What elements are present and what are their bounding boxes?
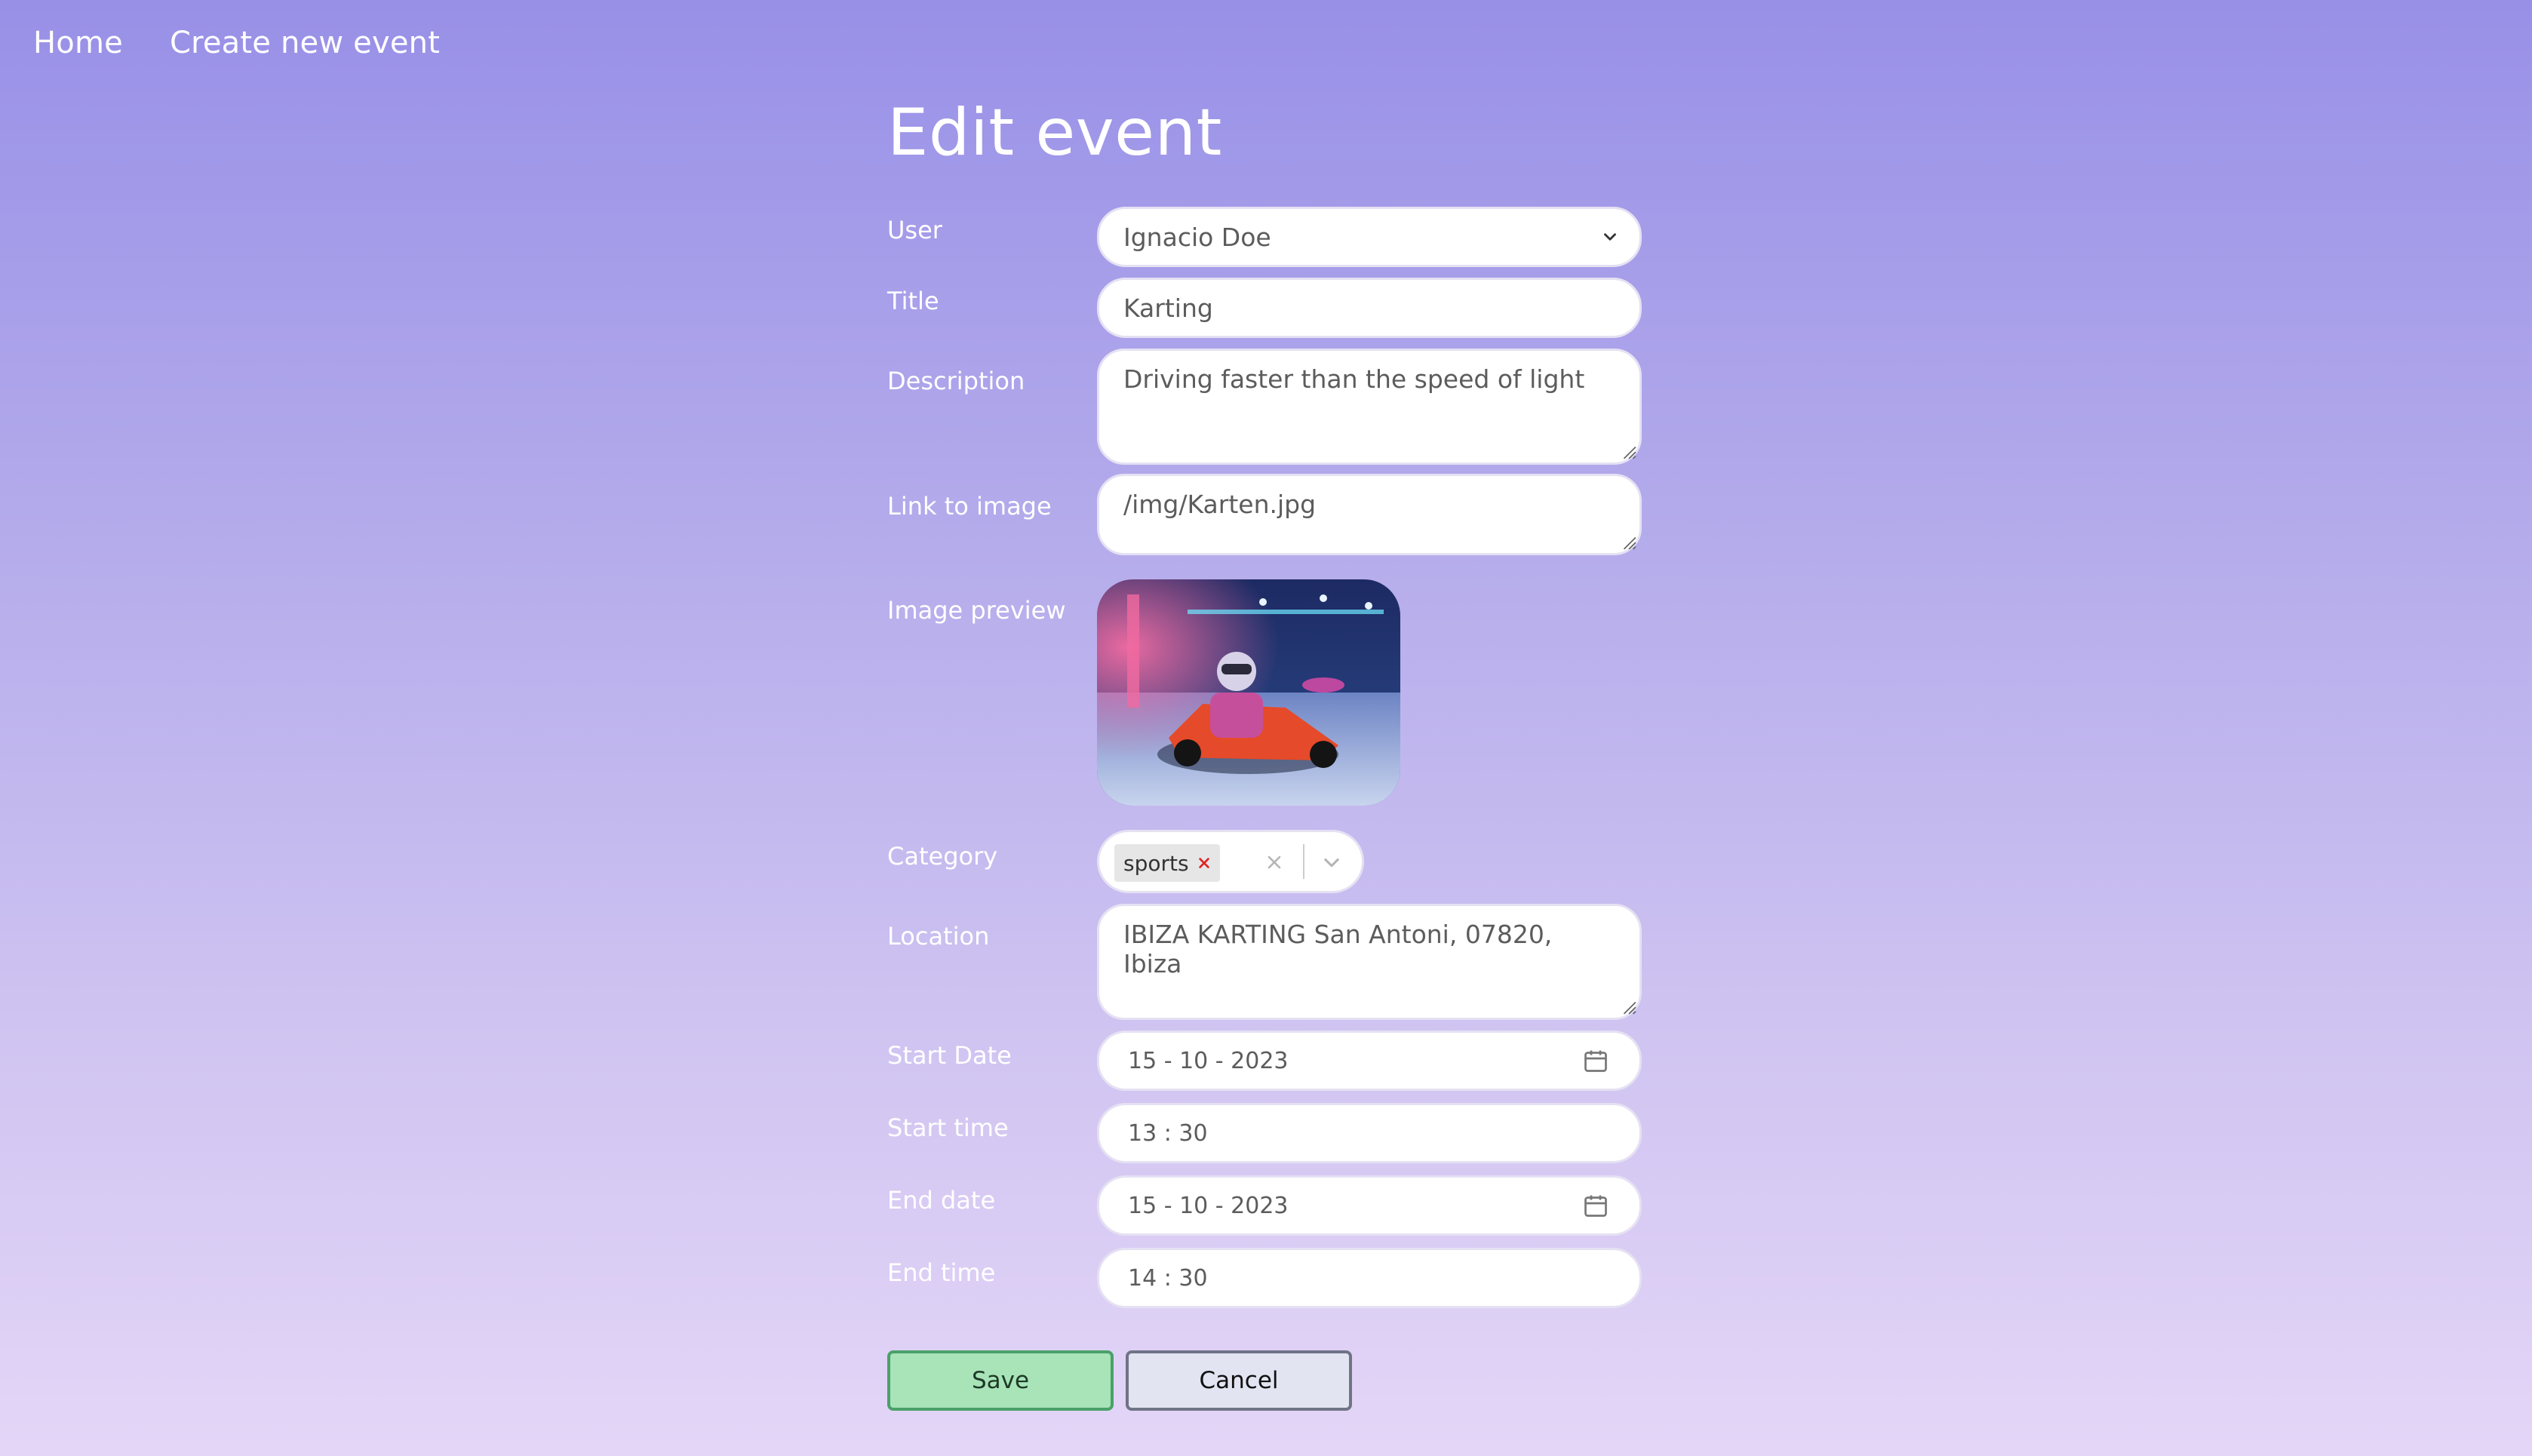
description-textarea[interactable]: Driving faster than the speed of light: [1097, 349, 1642, 465]
chevron-down-icon[interactable]: [1321, 852, 1342, 873]
category-multiselect[interactable]: sports: [1097, 830, 1364, 893]
separator: [1303, 844, 1304, 879]
event-image-preview: [1097, 579, 1400, 806]
end-date-label: End date: [887, 1186, 996, 1215]
category-label: Category: [887, 842, 998, 871]
nav-create-event-link[interactable]: Create new event: [170, 26, 440, 60]
category-chip-label: sports: [1123, 850, 1189, 876]
nav-home-link[interactable]: Home: [33, 26, 123, 60]
start-date-label: Start Date: [887, 1041, 1012, 1070]
chevron-down-icon: [1604, 233, 1616, 241]
clear-icon[interactable]: [1265, 853, 1283, 871]
end-time-value: 14 : 30: [1128, 1264, 1208, 1292]
resize-grip-icon[interactable]: [1620, 533, 1636, 550]
image-preview-label: Image preview: [887, 596, 1066, 625]
cancel-button[interactable]: Cancel: [1126, 1350, 1352, 1411]
close-icon[interactable]: [1197, 856, 1211, 870]
title-input-value: Karting: [1123, 293, 1213, 323]
top-nav: Home Create new event: [33, 26, 440, 60]
start-time-label: Start time: [887, 1114, 1009, 1142]
resize-grip-icon[interactable]: [1620, 443, 1636, 459]
title-input[interactable]: Karting: [1097, 278, 1642, 338]
image-link-value: /img/Karten.jpg: [1123, 490, 1317, 519]
page-title: Edit event: [887, 95, 1222, 170]
user-label: User: [887, 216, 942, 244]
karting-photo: [1097, 579, 1400, 806]
location-label: Location: [887, 922, 990, 951]
end-date-value: 15 - 10 - 2023: [1128, 1192, 1289, 1219]
description-label: Description: [887, 367, 1025, 395]
resize-grip-icon[interactable]: [1620, 998, 1636, 1015]
end-time-input[interactable]: 14 : 30: [1097, 1248, 1642, 1308]
calendar-icon[interactable]: [1582, 1192, 1609, 1219]
start-time-input[interactable]: 13 : 30: [1097, 1103, 1642, 1163]
category-chip: sports: [1114, 844, 1220, 882]
user-select-value: Ignacio Doe: [1123, 222, 1271, 252]
description-value: Driving faster than the speed of light: [1123, 364, 1585, 394]
end-time-label: End time: [887, 1258, 996, 1287]
location-textarea[interactable]: IBIZA KARTING San Antoni, 07820, Ibiza: [1097, 904, 1642, 1020]
title-label: Title: [887, 287, 939, 315]
calendar-icon[interactable]: [1582, 1047, 1609, 1074]
image-link-label: Link to image: [887, 492, 1052, 521]
end-date-input[interactable]: 15 - 10 - 2023: [1097, 1175, 1642, 1236]
image-link-textarea[interactable]: /img/Karten.jpg: [1097, 474, 1642, 555]
save-button[interactable]: Save: [887, 1350, 1114, 1411]
start-time-value: 13 : 30: [1128, 1120, 1208, 1147]
location-value: IBIZA KARTING San Antoni, 07820, Ibiza: [1123, 920, 1553, 978]
start-date-value: 15 - 10 - 2023: [1128, 1047, 1289, 1074]
start-date-input[interactable]: 15 - 10 - 2023: [1097, 1031, 1642, 1091]
user-select[interactable]: Ignacio Doe: [1097, 207, 1642, 267]
